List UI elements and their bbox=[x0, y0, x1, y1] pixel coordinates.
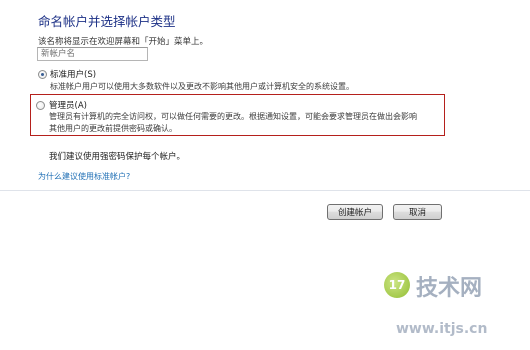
watermark-logo-icon: 17 bbox=[384, 272, 410, 298]
standard-user-radio[interactable] bbox=[38, 70, 47, 79]
standard-user-description: 标准帐户用户可以使用大多数软件以及更改不影响其他用户或计算机安全的系统设置。 bbox=[50, 82, 354, 91]
watermark-url: www.itjs.cn bbox=[396, 321, 488, 337]
account-name-input[interactable] bbox=[37, 47, 148, 61]
administrator-highlight-box bbox=[30, 94, 445, 136]
name-instruction: 该名称将显示在欢迎屏幕和「开始」菜单上。 bbox=[38, 37, 209, 47]
create-account-button[interactable]: 创建帐户 bbox=[327, 204, 383, 220]
watermark-text: 技术网 bbox=[416, 276, 483, 301]
page-title: 命名帐户并选择帐户类型 bbox=[38, 14, 176, 29]
standard-account-help-link[interactable]: 为什么建议使用标准帐户? bbox=[38, 171, 130, 182]
divider bbox=[0, 190, 530, 191]
cancel-button[interactable]: 取消 bbox=[393, 204, 442, 220]
password-note: 我们建议使用强密码保护每个帐户。 bbox=[49, 152, 186, 162]
standard-user-label[interactable]: 标准用户(S) bbox=[50, 68, 96, 80]
